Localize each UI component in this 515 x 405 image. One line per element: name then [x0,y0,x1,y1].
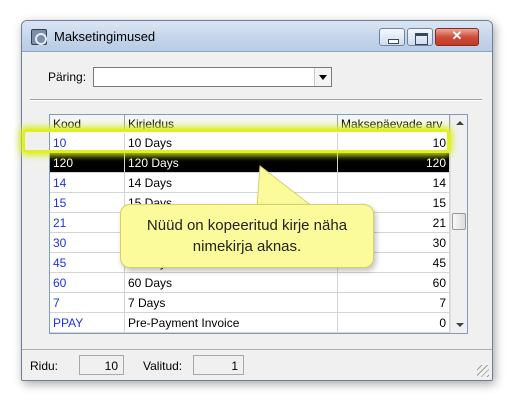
callout-line-2: nimekirja aknas. [192,238,302,255]
cell-days: 0 [338,313,450,333]
rows-count-value: 10 [79,355,124,375]
callout-pointer [256,165,315,208]
cell-description: 60 Days [125,273,338,293]
minimize-button[interactable] [379,28,405,46]
column-header-code[interactable]: Kood [50,115,125,132]
cell-code: 45 [50,253,125,273]
cell-description: 7 Days [125,293,338,313]
cell-days: 60 [338,273,450,293]
cell-code: 10 [50,133,125,153]
app-icon [31,29,47,45]
window-title: Maksetingimused [54,29,156,44]
scroll-down-icon[interactable] [451,316,468,333]
grid-header: Kood Kirjeldus Maksepäevade arv [50,115,450,132]
cell-code: 60 [50,273,125,293]
vertical-scrollbar[interactable] [450,115,467,333]
close-icon: ✕ [451,28,463,43]
callout-tooltip: Nüüd on kopeeritud kirje näha nimekirja … [120,204,374,268]
table-row[interactable]: PPAY Pre-Payment Invoice 0 [50,313,450,333]
table-row[interactable]: 77 Days 7 [50,293,450,313]
selected-count-label: Valitud: [143,359,183,373]
cell-description: Pre-Payment Invoice [125,313,338,333]
cell-code: 120 [50,153,125,173]
table-row[interactable]: 120 120 Days 120 [50,153,450,173]
cell-days: 10 [338,133,450,153]
selected-count-value: 1 [193,355,244,375]
chevron-down-icon[interactable] [314,68,331,86]
cell-days: 14 [338,173,450,193]
cell-code: 21 [50,213,125,233]
table-row[interactable]: 60 60 Days 60 [50,273,450,293]
resize-grip-icon[interactable] [477,365,489,377]
rows-count-label: Ridu: [30,359,59,373]
query-label: Päring: [48,70,87,84]
status-divider [22,349,492,350]
divider [30,99,482,101]
callout-line-1: Nüüd on kopeeritud kirje näha [146,217,348,234]
column-header-description[interactable]: Kirjeldus [125,115,338,132]
cell-description: 10 Days [125,133,338,153]
cell-code: 14 [50,173,125,193]
cell-days: 7 [338,293,450,313]
column-header-days[interactable]: Maksepäevade arv [338,115,450,132]
query-dropdown[interactable] [93,67,332,87]
scroll-up-icon[interactable] [451,115,468,132]
cell-code: 30 [50,233,125,253]
cell-code: 15 [50,193,125,213]
close-button[interactable]: ✕ [435,28,479,46]
maximize-button[interactable] [407,28,433,46]
table-row[interactable]: 10 10 Days 10 [50,133,450,153]
table-row[interactable]: 14 14 Days 14 [50,173,450,193]
title-bar[interactable]: Maksetingimused ✕ [22,21,492,52]
cell-code: PPAY [50,313,125,333]
cell-days: 120 [338,153,450,173]
scroll-thumb[interactable] [452,213,466,230]
cell-code: 7 [50,293,125,313]
